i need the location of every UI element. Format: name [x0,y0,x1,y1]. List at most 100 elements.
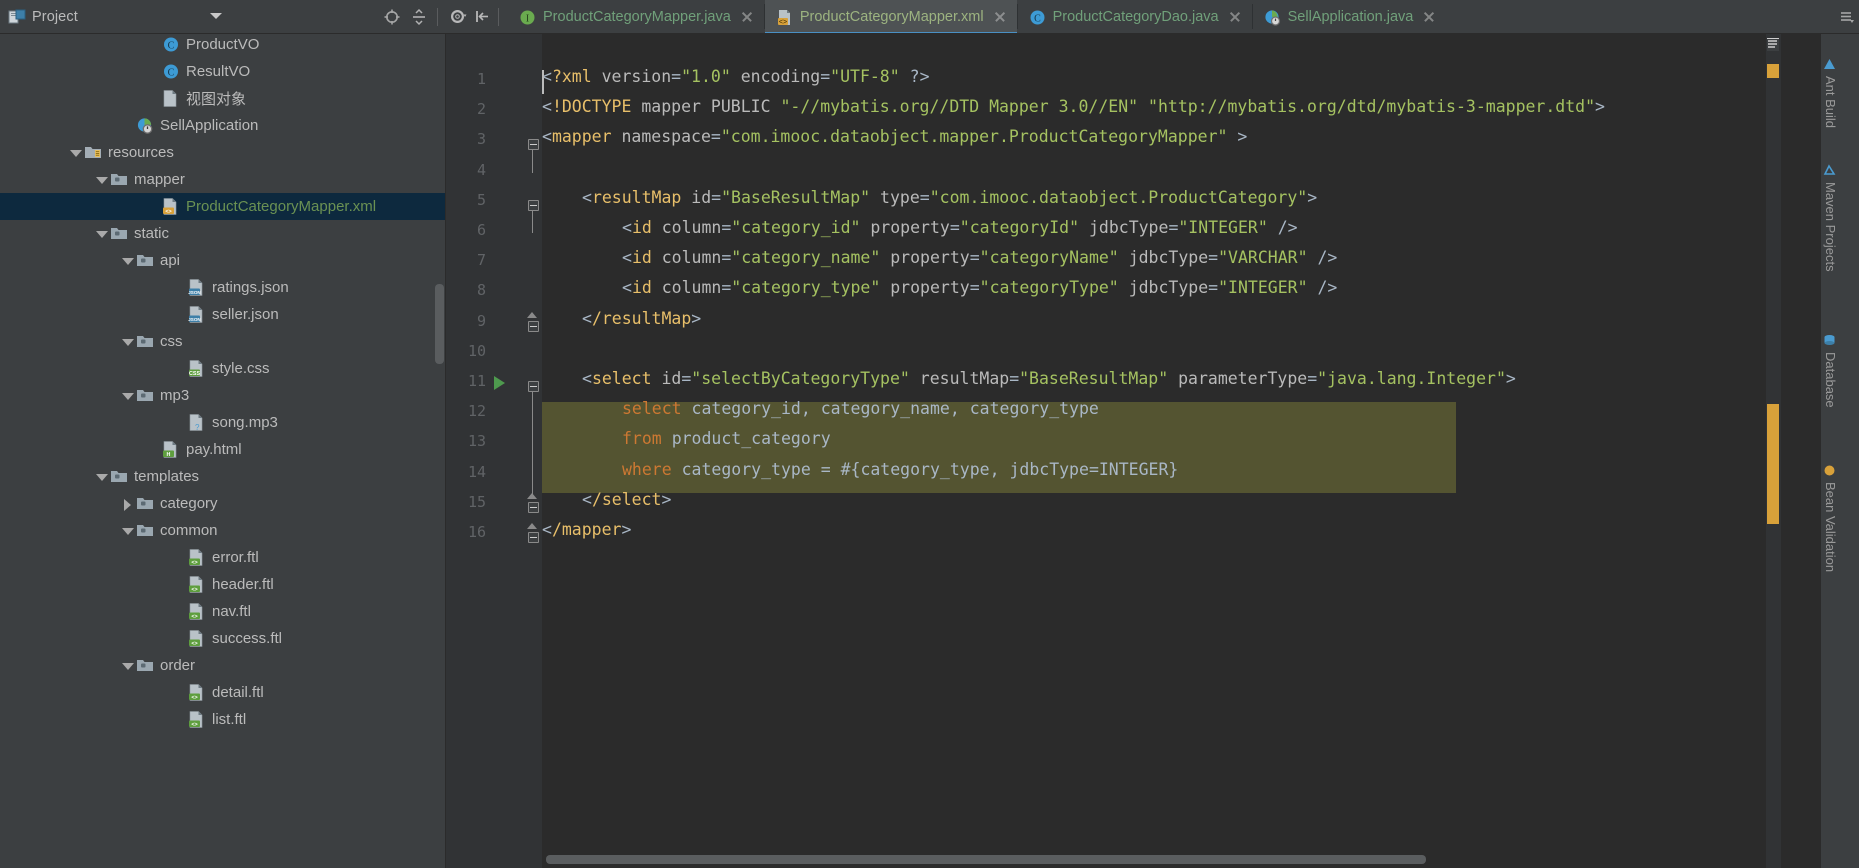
tree-twisty-down-icon[interactable] [120,253,136,269]
tree-twisty-down-icon[interactable] [120,523,136,539]
close-icon[interactable] [993,10,1007,24]
tree-item-productcategorymapper-xml[interactable]: <> ProductCategoryMapper.xml [0,193,445,220]
tree-item-song-mp3[interactable]: ? song.mp3 [0,409,445,436]
collapse-all-icon[interactable] [410,8,428,26]
bean-icon [1824,464,1837,477]
hide-panel-icon[interactable] [474,8,491,25]
code-line[interactable]: <!DOCTYPE mapper PUBLIC "-//mybatis.org/… [542,92,1605,122]
stripe-marker-warning[interactable] [1767,64,1779,78]
tree-item-resultvo[interactable]: C ResultVO [0,58,445,85]
tree-item-templates[interactable]: templates [0,463,445,490]
code-line[interactable]: where category_type = #{category_type, j… [622,455,1178,485]
editor-horizontal-scrollbar[interactable] [546,855,1426,864]
tree-twisty-down-icon[interactable] [120,658,136,674]
close-icon[interactable] [740,10,754,24]
tool-window-maven-projects[interactable]: Maven Projects [1823,164,1838,272]
inspection-status-icon[interactable] [1767,38,1779,51]
tab-label: ProductCategoryMapper.java [543,9,731,25]
tree-item-nav-ftl[interactable]: <> nav.ftl [0,598,445,625]
code-line[interactable]: <id column="category_name" property="cat… [622,243,1337,273]
tree-item-ratings-json[interactable]: JSON ratings.json [0,274,445,301]
line-number: 1 [476,70,486,88]
tree-item-mp3[interactable]: mp3 [0,382,445,409]
tree-item-sellapplication[interactable]: SellApplication [0,112,445,139]
editor-gutter[interactable]: 1 2 3 4 5 6 7 8 9 10 11 12 13 14 15 16 [446,34,542,868]
close-icon[interactable] [1228,10,1242,24]
code-line[interactable]: </resultMap> [582,304,701,334]
right-tool-window-bar[interactable]: Ant Build Maven Projects Database Bean V… [1820,34,1859,868]
tree-twisty-down-icon[interactable] [94,172,110,188]
code-fold-marker[interactable] [528,381,541,415]
tree-item-common[interactable]: common [0,517,445,544]
tree-twisty-down-icon[interactable] [120,334,136,350]
tree-item-[interactable]: 视图对象 [0,85,445,112]
tree-item-resources[interactable]: resources [0,139,445,166]
chevron-down-icon[interactable] [210,13,222,19]
svg-text:<>: <> [191,695,197,701]
tree-item-seller-json[interactable]: JSON seller.json [0,301,445,328]
close-icon[interactable] [1422,10,1436,24]
tree-item-mapper[interactable]: mapper [0,166,445,193]
code-fold-marker[interactable] [527,492,541,515]
tree-item-error-ftl[interactable]: <> error.ftl [0,544,445,571]
tree-item-success-ftl[interactable]: <> success.ftl [0,625,445,652]
code-fold-marker[interactable] [528,139,541,173]
tool-window-database[interactable]: Database [1823,334,1838,408]
tree-twisty-down-icon[interactable] [94,226,110,242]
stripe-marker-sql[interactable] [1767,404,1779,524]
code-line[interactable]: </select> [582,485,671,515]
code-line[interactable]: <select id="selectByCategoryType" result… [582,364,1516,394]
code-line[interactable]: </mapper> [542,515,631,545]
tree-twisty-right-icon[interactable] [120,496,136,512]
code-fold-marker[interactable] [527,311,541,334]
settings-gear-icon[interactable] [450,8,467,25]
code-fold-marker[interactable] [528,432,541,465]
ftl-file-icon: <> [188,549,206,566]
code-line[interactable]: <?xml version="1.0" encoding="UTF-8" ?> [542,62,930,92]
tab-productcategorymapper-xml[interactable]: <> ProductCategoryMapper.xml [764,0,1017,33]
code-fold-marker[interactable] [528,402,541,435]
project-panel-title: Project [32,8,78,25]
error-stripe-bar[interactable] [1765,34,1781,868]
folder-icon [136,495,154,512]
tree-item-list-ftl[interactable]: <> list.ftl [0,706,445,733]
run-gutter-icon[interactable] [492,375,510,393]
code-editor[interactable]: 1 2 3 4 5 6 7 8 9 10 11 12 13 14 15 16 <?xml version="1… [446,34,1820,868]
tree-item-static[interactable]: static [0,220,445,247]
tree-item-pay-html[interactable]: H pay.html [0,436,445,463]
code-fold-marker[interactable] [528,199,541,233]
tree-item-api[interactable]: api [0,247,445,274]
folder-icon [136,522,154,539]
tool-window-ant-build[interactable]: Ant Build [1823,58,1838,128]
tree-item-label: api [160,252,181,269]
code-content[interactable]: <?xml version="1.0" encoding="UTF-8" ?> <… [542,34,1820,868]
tree-item-css[interactable]: css [0,328,445,355]
tab-productcategorymapper-java[interactable]: I ProductCategoryMapper.java [508,0,764,33]
tree-item-header-ftl[interactable]: <> header.ftl [0,571,445,598]
project-tree[interactable]: C ProductVO C ResultVO 视图对象 SellApplicat… [0,34,446,868]
tool-window-bean-validation[interactable]: Bean Validation [1823,464,1838,572]
code-line[interactable]: select category_id, category_name, categ… [622,394,1099,424]
code-line[interactable]: from product_category [622,424,831,454]
tree-twisty-down-icon[interactable] [94,469,110,485]
tree-item-category[interactable]: category [0,490,445,517]
locate-target-icon[interactable] [383,8,401,26]
tab-productcategorydao-java[interactable]: C ProductCategoryDao.java [1018,0,1252,33]
code-line[interactable]: <resultMap id="BaseResultMap" type="com.… [582,183,1317,213]
tree-item-label: header.ftl [212,576,274,593]
tree-item-detail-ftl[interactable]: <> detail.ftl [0,679,445,706]
tree-twisty-down-icon[interactable] [120,388,136,404]
code-line[interactable]: <id column="category_type" property="cat… [622,273,1337,303]
tree-twisty-down-icon[interactable] [68,145,84,161]
code-fold-marker[interactable] [528,462,541,495]
tree-item-productvo[interactable]: C ProductVO [0,34,445,58]
code-line[interactable]: <id column="category_id" property="categ… [622,213,1298,243]
code-fold-marker[interactable] [527,523,541,545]
more-tabs-icon[interactable] [1839,9,1855,25]
tab-sellapplication-java[interactable]: SellApplication.java [1253,0,1447,33]
project-tree-scrollbar[interactable] [435,284,444,364]
code-line[interactable]: <mapper namespace="com.imooc.dataobject.… [542,122,1247,152]
tree-item-order[interactable]: order [0,652,445,679]
tree-item-style-css[interactable]: CSS style.css [0,355,445,382]
